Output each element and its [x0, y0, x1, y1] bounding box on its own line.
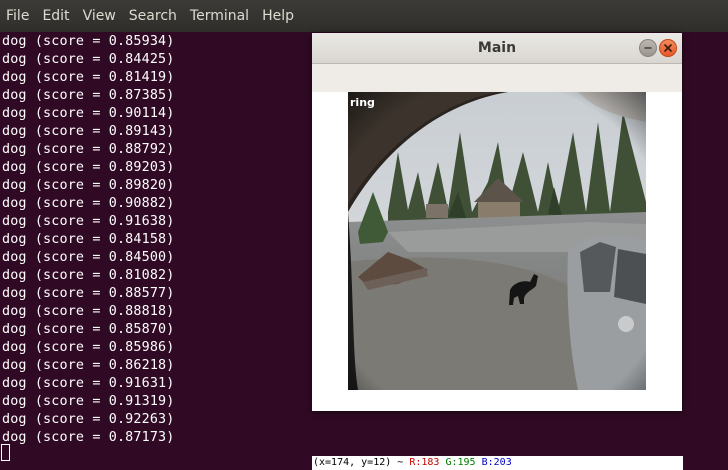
- terminal-line: dog (score = 0.85870): [2, 322, 175, 337]
- pixel-status-bar: (x=174, y=12) ~ R:183 G:195 B:203: [312, 456, 683, 470]
- terminal-line: dog (score = 0.84158): [2, 232, 175, 247]
- doorbell-camera-image[interactable]: ring: [348, 92, 646, 390]
- terminal-line: dog (score = 0.85934): [2, 34, 175, 49]
- terminal-line: dog (score = 0.92263): [2, 412, 175, 427]
- close-button[interactable]: [659, 39, 677, 57]
- window-title: Main: [477, 40, 517, 56]
- terminal-line: dog (score = 0.85986): [2, 340, 175, 355]
- pixel-green: G:195: [445, 457, 476, 468]
- ring-watermark: ring: [350, 96, 375, 109]
- minimize-icon: [644, 47, 652, 49]
- terminal-line: dog (score = 0.88792): [2, 142, 175, 157]
- terminal-line: dog (score = 0.91638): [2, 214, 175, 229]
- minimize-button[interactable]: [639, 39, 657, 57]
- window-toolbar-area: [312, 64, 682, 92]
- cursor-icon: [1, 444, 10, 461]
- pixel-red: R:183: [409, 457, 440, 468]
- terminal-line: dog (score = 0.91319): [2, 394, 175, 409]
- terminal-line: dog (score = 0.89143): [2, 124, 175, 139]
- terminal-line: dog (score = 0.88818): [2, 304, 175, 319]
- terminal-line: dog (score = 0.87173): [2, 430, 175, 445]
- terminal-menubar: File Edit View Search Terminal Help: [0, 0, 728, 32]
- terminal-line: dog (score = 0.91631): [2, 376, 175, 391]
- menu-edit[interactable]: Edit: [36, 0, 76, 32]
- menu-search[interactable]: Search: [123, 0, 184, 32]
- terminal-line: dog (score = 0.81419): [2, 70, 175, 85]
- terminal-line: dog (score = 0.84500): [2, 250, 175, 265]
- terminal-line: dog (score = 0.81082): [2, 268, 175, 283]
- pixel-coords: (x=174, y=12) ~: [313, 457, 410, 468]
- close-icon: [664, 44, 672, 52]
- menu-help[interactable]: Help: [256, 0, 301, 32]
- menu-file[interactable]: File: [0, 0, 36, 32]
- menu-view[interactable]: View: [77, 0, 123, 32]
- terminal-line: dog (score = 0.84425): [2, 52, 175, 67]
- pixel-blue: B:203: [481, 457, 512, 468]
- terminal-line: dog (score = 0.89203): [2, 160, 175, 175]
- terminal-line: dog (score = 0.86218): [2, 358, 175, 373]
- terminal-line: dog (score = 0.89820): [2, 178, 175, 193]
- image-canvas: ring (x=174, y=12) ~ R:183 G:195 B:203: [312, 92, 683, 470]
- terminal-line: dog (score = 0.88577): [2, 286, 175, 301]
- main-window: Main ring (x=174, y=12) ~ R:183 G:195 B:…: [312, 33, 683, 470]
- terminal-line: dog (score = 0.90882): [2, 196, 175, 211]
- terminal-line: dog (score = 0.90114): [2, 106, 175, 121]
- menu-terminal[interactable]: Terminal: [184, 0, 256, 32]
- terminal-line: dog (score = 0.87385): [2, 88, 175, 103]
- window-titlebar[interactable]: Main: [312, 33, 682, 64]
